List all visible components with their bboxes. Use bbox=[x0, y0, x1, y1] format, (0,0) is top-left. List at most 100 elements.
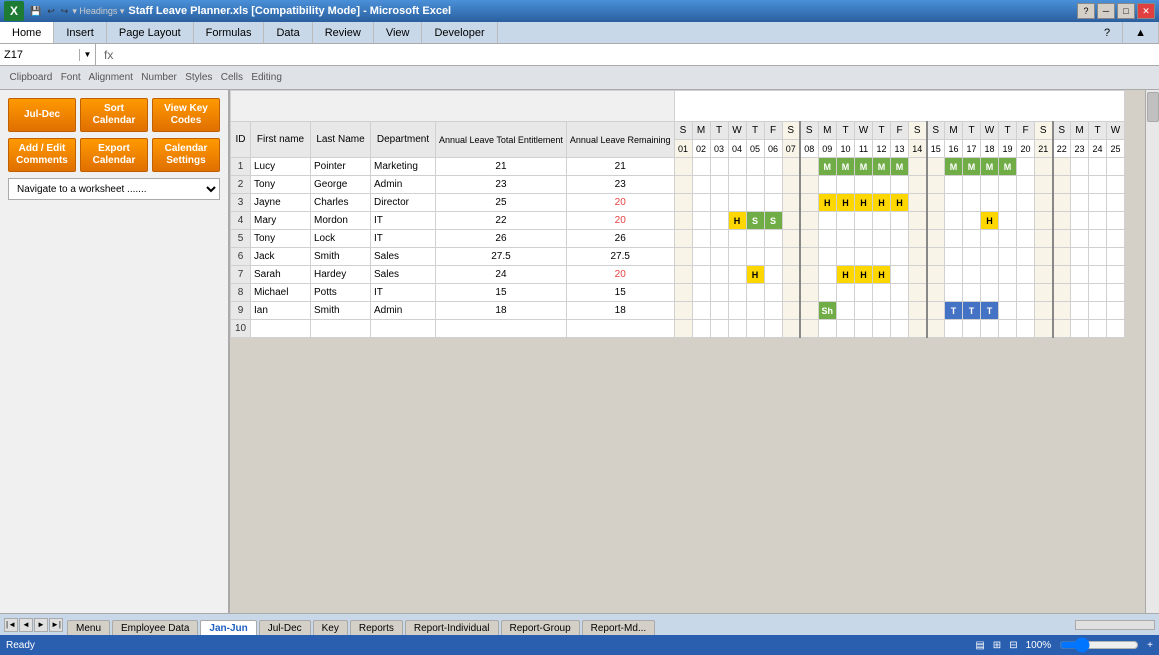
day-cell[interactable] bbox=[1089, 320, 1107, 338]
day-cell[interactable] bbox=[800, 284, 818, 302]
tab-developer[interactable]: Developer bbox=[422, 22, 497, 43]
tab-review[interactable]: Review bbox=[313, 22, 374, 43]
tab-help-icon[interactable]: ? bbox=[1092, 22, 1123, 43]
day-cell[interactable] bbox=[855, 212, 873, 230]
day-cell[interactable] bbox=[746, 158, 764, 176]
day-cell[interactable] bbox=[782, 212, 800, 230]
day-cell[interactable] bbox=[1107, 194, 1125, 212]
day-cell[interactable] bbox=[800, 194, 818, 212]
day-cell[interactable] bbox=[1107, 302, 1125, 320]
day-cell[interactable] bbox=[909, 302, 927, 320]
day-cell[interactable] bbox=[818, 230, 837, 248]
sheet-next-btn[interactable]: ► bbox=[34, 618, 48, 632]
day-cell[interactable] bbox=[710, 176, 728, 194]
day-cell[interactable] bbox=[999, 266, 1017, 284]
name-box[interactable]: Z17 bbox=[0, 49, 80, 61]
day-cell[interactable] bbox=[728, 230, 746, 248]
tab-home[interactable]: Home bbox=[0, 22, 54, 43]
day-cell[interactable] bbox=[909, 194, 927, 212]
day-cell[interactable] bbox=[891, 284, 909, 302]
day-cell[interactable] bbox=[1017, 284, 1035, 302]
day-cell[interactable] bbox=[909, 212, 927, 230]
day-cell[interactable] bbox=[909, 248, 927, 266]
day-cell[interactable] bbox=[674, 176, 692, 194]
day-cell[interactable] bbox=[909, 320, 927, 338]
sheet-prev-btn[interactable]: ◄ bbox=[19, 618, 33, 632]
vertical-scrollbar[interactable] bbox=[1145, 90, 1159, 613]
day-cell[interactable] bbox=[981, 266, 999, 284]
day-cell[interactable] bbox=[710, 266, 728, 284]
day-cell[interactable] bbox=[873, 230, 891, 248]
day-cell[interactable] bbox=[927, 302, 945, 320]
day-cell[interactable] bbox=[1089, 176, 1107, 194]
day-cell[interactable] bbox=[837, 230, 855, 248]
tab-page-layout[interactable]: Page Layout bbox=[107, 22, 194, 43]
sheet-tab-jul-dec[interactable]: Jul-Dec bbox=[259, 620, 311, 636]
day-cell[interactable] bbox=[782, 266, 800, 284]
day-cell[interactable] bbox=[981, 194, 999, 212]
day-cell[interactable]: H bbox=[873, 266, 891, 284]
day-cell[interactable] bbox=[818, 176, 837, 194]
day-cell[interactable] bbox=[800, 320, 818, 338]
day-cell[interactable] bbox=[764, 302, 782, 320]
day-cell[interactable] bbox=[963, 194, 981, 212]
day-cell[interactable] bbox=[1053, 212, 1071, 230]
day-cell[interactable] bbox=[674, 230, 692, 248]
sheet-tab-jan-jun[interactable]: Jan-Jun bbox=[200, 620, 256, 636]
day-cell[interactable] bbox=[746, 176, 764, 194]
day-cell[interactable]: M bbox=[999, 158, 1017, 176]
day-cell[interactable]: M bbox=[891, 158, 909, 176]
day-cell[interactable] bbox=[1107, 176, 1125, 194]
sort-calendar-button[interactable]: SortCalendar bbox=[80, 98, 148, 132]
day-cell[interactable] bbox=[782, 230, 800, 248]
day-cell[interactable]: T bbox=[981, 302, 999, 320]
day-cell[interactable] bbox=[1035, 248, 1053, 266]
day-cell[interactable] bbox=[818, 212, 837, 230]
day-cell[interactable] bbox=[692, 302, 710, 320]
day-cell[interactable] bbox=[927, 158, 945, 176]
day-cell[interactable]: H bbox=[855, 266, 873, 284]
day-cell[interactable] bbox=[945, 230, 963, 248]
day-cell[interactable] bbox=[782, 194, 800, 212]
day-cell[interactable] bbox=[800, 230, 818, 248]
day-cell[interactable]: T bbox=[963, 302, 981, 320]
day-cell[interactable] bbox=[782, 284, 800, 302]
day-cell[interactable] bbox=[1017, 230, 1035, 248]
day-cell[interactable] bbox=[855, 284, 873, 302]
day-cell[interactable]: H bbox=[837, 266, 855, 284]
day-cell[interactable] bbox=[1089, 212, 1107, 230]
day-cell[interactable] bbox=[674, 302, 692, 320]
day-cell[interactable] bbox=[692, 158, 710, 176]
day-cell[interactable] bbox=[891, 212, 909, 230]
day-cell[interactable] bbox=[963, 248, 981, 266]
day-cell[interactable] bbox=[728, 320, 746, 338]
day-cell[interactable] bbox=[710, 248, 728, 266]
view-layout-icon[interactable]: ⊞ bbox=[993, 640, 1001, 651]
day-cell[interactable] bbox=[1017, 266, 1035, 284]
day-cell[interactable] bbox=[1107, 230, 1125, 248]
day-cell[interactable] bbox=[764, 284, 782, 302]
day-cell[interactable]: H bbox=[855, 194, 873, 212]
day-cell[interactable] bbox=[1017, 176, 1035, 194]
day-cell[interactable]: S bbox=[764, 212, 782, 230]
day-cell[interactable]: M bbox=[981, 158, 999, 176]
day-cell[interactable] bbox=[782, 158, 800, 176]
day-cell[interactable] bbox=[1071, 266, 1089, 284]
day-cell[interactable]: T bbox=[945, 302, 963, 320]
ribbon-min-btn[interactable]: ▲ bbox=[1123, 22, 1159, 43]
day-cell[interactable]: M bbox=[837, 158, 855, 176]
day-cell[interactable] bbox=[728, 194, 746, 212]
day-cell[interactable] bbox=[855, 320, 873, 338]
day-cell[interactable] bbox=[1089, 266, 1107, 284]
day-cell[interactable] bbox=[891, 320, 909, 338]
day-cell[interactable] bbox=[999, 248, 1017, 266]
view-page-icon[interactable]: ⊟ bbox=[1009, 640, 1017, 651]
day-cell[interactable] bbox=[764, 230, 782, 248]
day-cell[interactable] bbox=[1089, 284, 1107, 302]
day-cell[interactable]: H bbox=[746, 266, 764, 284]
day-cell[interactable] bbox=[710, 302, 728, 320]
name-box-dropdown[interactable]: ▼ bbox=[80, 44, 96, 65]
day-cell[interactable] bbox=[1089, 302, 1107, 320]
day-cell[interactable] bbox=[1053, 284, 1071, 302]
day-cell[interactable] bbox=[1071, 230, 1089, 248]
